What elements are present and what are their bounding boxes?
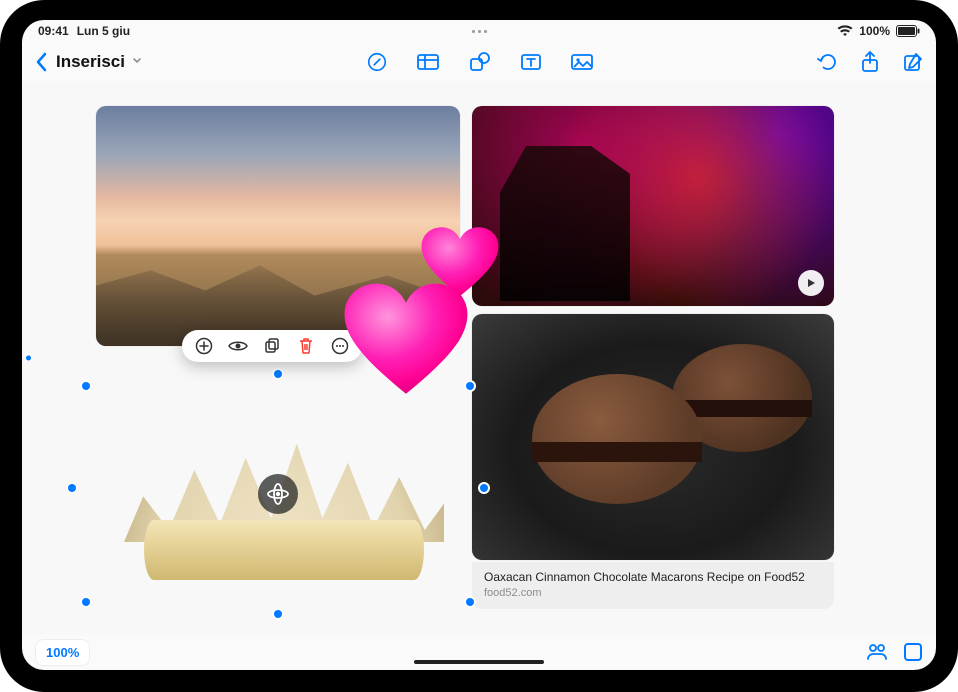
selection-handle[interactable] — [68, 484, 76, 492]
compose-icon[interactable] — [902, 51, 924, 73]
title-menu-chevron-icon[interactable] — [131, 53, 143, 71]
status-right: 100% — [626, 24, 920, 38]
status-date: Lun 5 giu — [77, 24, 130, 38]
selection-handle[interactable] — [274, 610, 282, 618]
share-icon[interactable] — [860, 50, 880, 74]
duplicate-icon[interactable] — [262, 336, 282, 356]
chevron-left-icon — [34, 52, 48, 72]
undo-icon[interactable] — [816, 52, 838, 72]
zoom-level[interactable]: 100% — [36, 640, 89, 665]
multitasking-dots[interactable] — [332, 30, 626, 33]
navigator-icon[interactable] — [904, 643, 922, 661]
textbox-icon[interactable] — [520, 51, 542, 73]
toolbar: Inserisci — [22, 42, 936, 82]
battery-icon — [896, 25, 920, 37]
battery-percent: 100% — [859, 24, 890, 38]
selection-handle[interactable] — [274, 370, 282, 378]
collaborators-icon[interactable] — [866, 642, 888, 662]
video-party[interactable] — [472, 106, 834, 306]
link-domain: food52.com — [484, 587, 822, 599]
status-left: 09:41 Lun 5 giu — [38, 24, 332, 38]
home-indicator[interactable] — [414, 660, 544, 664]
trash-icon[interactable] — [296, 336, 316, 356]
bottom-bar: 100% — [22, 634, 936, 670]
table-icon[interactable] — [416, 51, 440, 73]
play-icon[interactable] — [798, 270, 824, 296]
wifi-icon — [837, 25, 853, 37]
rotate-3d-icon[interactable] — [258, 474, 298, 514]
add-icon[interactable] — [194, 336, 214, 356]
selection-handle[interactable] — [480, 484, 488, 492]
back-button[interactable] — [34, 52, 48, 72]
markup-pen-icon[interactable] — [366, 51, 388, 73]
status-bar: 09:41 Lun 5 giu 100% — [22, 20, 936, 42]
sticker-heart[interactable] — [342, 281, 470, 427]
ipad-device-frame: 09:41 Lun 5 giu 100% — [0, 0, 958, 692]
status-time: 09:41 — [38, 24, 69, 38]
side-slider-dot[interactable] — [26, 356, 31, 361]
link-card[interactable]: Oaxacan Cinnamon Chocolate Macarons Reci… — [472, 562, 834, 609]
screen: 09:41 Lun 5 giu 100% — [22, 20, 936, 670]
selection-handle[interactable] — [466, 598, 474, 606]
link-preview-image[interactable] — [472, 314, 834, 560]
link-title: Oaxacan Cinnamon Chocolate Macarons Reci… — [484, 570, 822, 585]
selection-toolbar — [182, 330, 362, 362]
selection-handle[interactable] — [82, 598, 90, 606]
shapes-icon[interactable] — [468, 51, 492, 73]
media-icon[interactable] — [570, 51, 594, 73]
freeform-canvas[interactable]: Oaxacan Cinnamon Chocolate Macarons Reci… — [22, 82, 936, 634]
document-title[interactable]: Inserisci — [56, 52, 125, 72]
quicklook-icon[interactable] — [228, 336, 248, 356]
